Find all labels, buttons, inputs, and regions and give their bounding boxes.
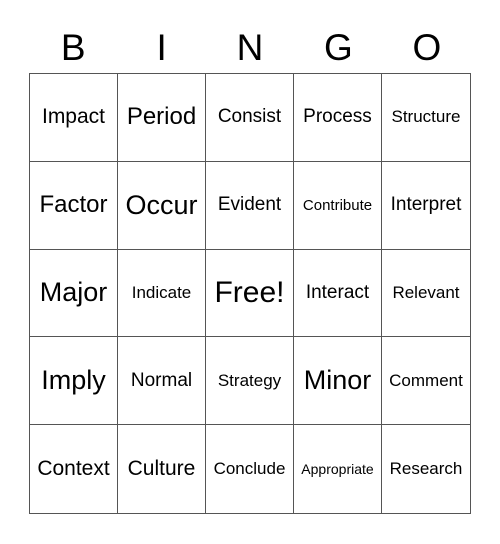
bingo-cell[interactable]: Interact	[294, 249, 382, 338]
bingo-grid: Impact Period Consist Process Structure …	[29, 73, 471, 514]
bingo-cell[interactable]: Process	[294, 74, 382, 162]
header-letter-b: B	[60, 27, 86, 68]
bingo-cell[interactable]: Consist	[206, 74, 294, 162]
bingo-cell[interactable]: Factor	[30, 161, 118, 250]
bingo-cell[interactable]: Relevant	[382, 250, 470, 338]
bingo-cell[interactable]: Contribute	[294, 161, 382, 250]
header-letter-n: N	[236, 27, 264, 68]
bingo-cell[interactable]: Appropriate	[294, 425, 382, 513]
bingo-cell[interactable]: Indicate	[118, 249, 206, 338]
bingo-cell[interactable]: Structure	[382, 74, 470, 162]
header-letter-g: G	[324, 27, 353, 68]
bingo-cell[interactable]: Major	[30, 249, 118, 338]
bingo-cell[interactable]: Context	[30, 425, 118, 513]
bingo-cell[interactable]: Impact	[30, 74, 118, 162]
bingo-cell[interactable]: Occur	[118, 161, 206, 250]
bingo-header: B I N G O	[29, 26, 471, 70]
bingo-cell[interactable]: Interpret	[382, 162, 470, 250]
bingo-cell[interactable]: Period	[118, 74, 206, 162]
bingo-cell[interactable]: Imply	[30, 337, 118, 426]
bingo-cell[interactable]: Conclude	[206, 425, 294, 513]
bingo-cell[interactable]: Comment	[382, 337, 470, 426]
bingo-cell[interactable]: Minor	[294, 337, 382, 426]
header-letter-o: O	[412, 27, 442, 68]
header-letter-i: I	[156, 27, 167, 68]
bingo-cell[interactable]: Normal	[118, 337, 206, 426]
bingo-cell[interactable]: Research	[382, 425, 470, 513]
bingo-cell[interactable]: Evident	[206, 161, 294, 250]
bingo-cell[interactable]: Strategy	[206, 337, 294, 426]
free-space-cell[interactable]: Free!	[206, 249, 294, 338]
bingo-cell[interactable]: Culture	[118, 425, 206, 513]
